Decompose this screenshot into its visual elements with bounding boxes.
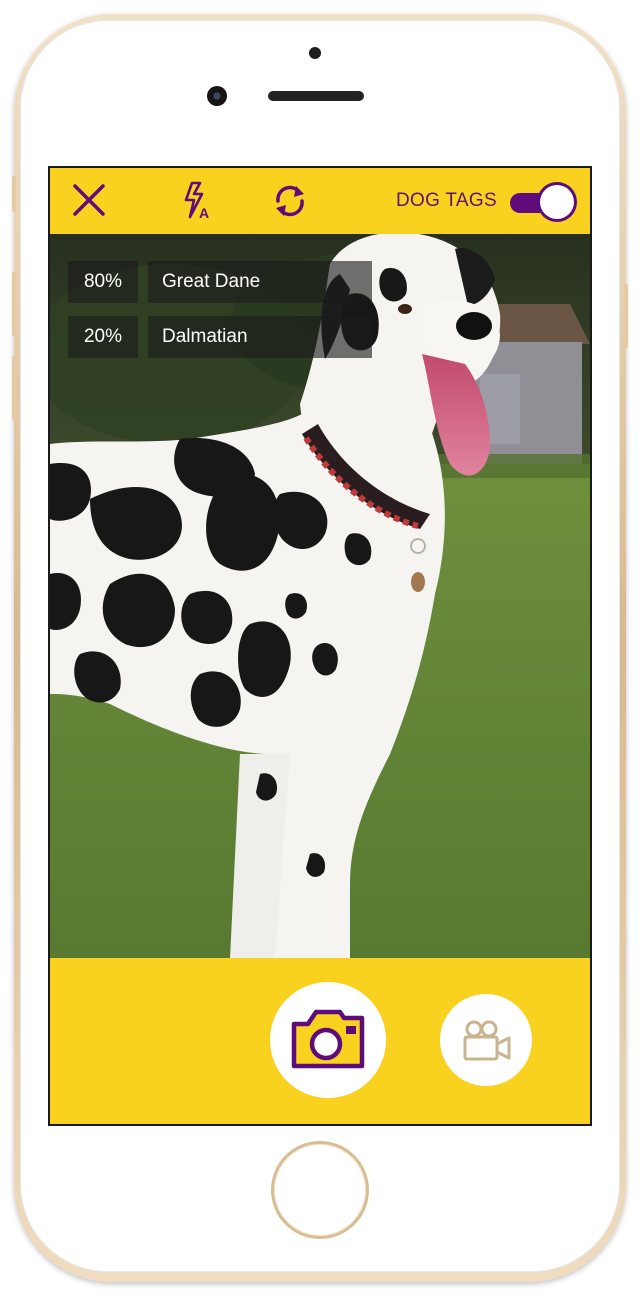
app-screen: A DOG TAGS 80% Great Dane 20% Dalmatian (50, 168, 590, 1124)
power-button (624, 284, 628, 348)
flip-camera-icon[interactable] (270, 181, 310, 221)
take-photo-button[interactable] (270, 982, 386, 1098)
proximity-sensor (309, 47, 321, 59)
tag-breed-name: Great Dane (148, 261, 372, 303)
top-toolbar: A DOG TAGS (50, 168, 590, 234)
close-icon[interactable] (70, 181, 110, 221)
tag-percent: 20% (68, 316, 138, 358)
flash-auto-icon[interactable]: A (178, 181, 218, 221)
camera-icon (291, 1009, 365, 1069)
earpiece-speaker (268, 91, 364, 101)
svg-text:A: A (199, 205, 209, 221)
camera-viewfinder[interactable]: 80% Great Dane 20% Dalmatian (50, 234, 590, 958)
toggle-knob (540, 185, 574, 219)
bottom-capture-bar (50, 958, 590, 1124)
volume-up-button (12, 272, 16, 336)
tag-breed-name: Dalmatian (148, 316, 372, 358)
record-video-button[interactable] (440, 994, 532, 1086)
silent-switch (12, 176, 16, 212)
video-camera-icon (463, 1020, 511, 1061)
front-camera (207, 86, 227, 106)
tag-percent: 80% (68, 261, 138, 303)
dog-tags-toggle[interactable] (510, 185, 574, 219)
volume-down-button (12, 356, 16, 420)
dog-tags-label: DOG TAGS (396, 190, 497, 211)
home-button[interactable] (274, 1144, 366, 1236)
